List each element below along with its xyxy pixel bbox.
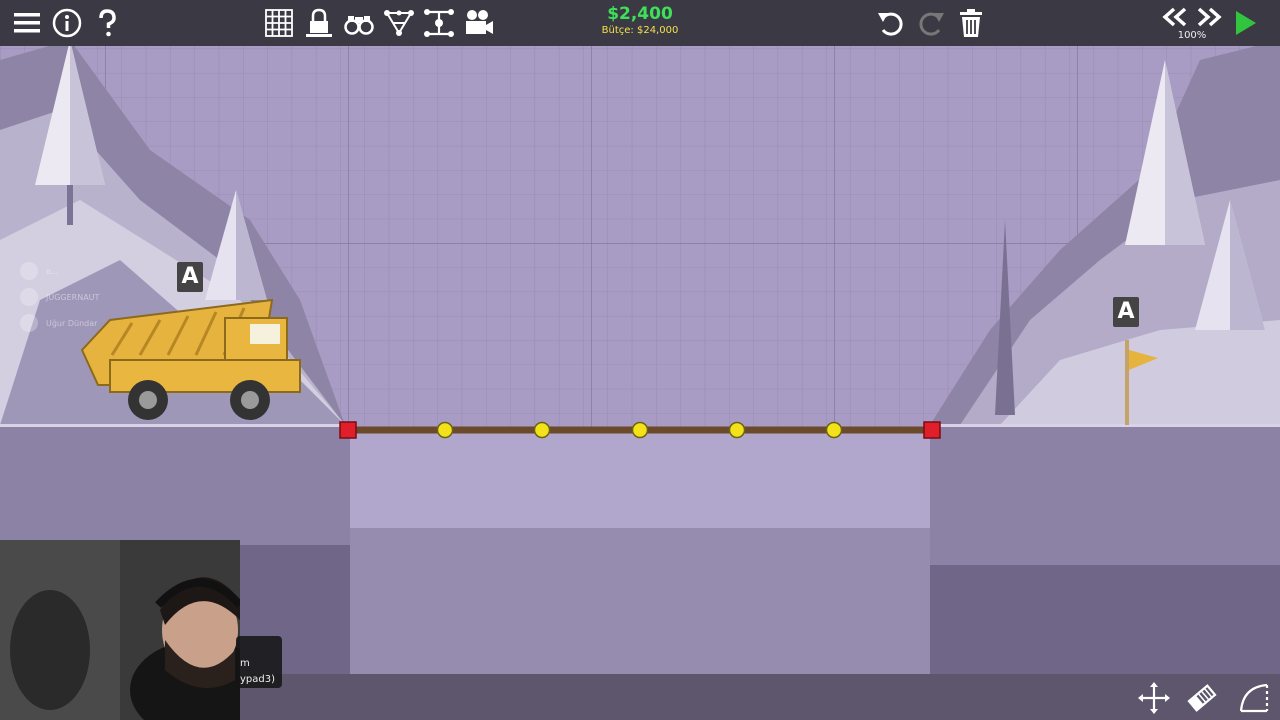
camera-button[interactable] [460,4,498,42]
anchor-left[interactable] [339,421,357,439]
chat-avatar [20,314,38,332]
webcam-overlay-text: m ypad3) [236,636,282,688]
eraser-tool-button[interactable] [1182,678,1222,718]
joint[interactable] [533,421,551,439]
info-icon [52,8,82,38]
redo-button[interactable] [912,4,950,42]
binoculars-icon [344,16,374,35]
gap-lower [350,528,930,674]
camera-icon [466,10,493,34]
trash-icon [960,9,982,37]
start-checkpoint-sign: A [177,262,203,292]
lock-button[interactable] [300,4,338,42]
chat-avatar [20,288,38,306]
right-cliff-lower [930,565,1280,674]
play-button[interactable] [1226,4,1264,42]
split-joints-button[interactable] [420,4,458,42]
webcam-overlay-line: ypad3) [240,674,276,685]
menu-icon [14,13,40,33]
undo-icon [878,12,903,36]
split-joints-icon [424,9,454,37]
chat-entry: Uğur Dündar [20,310,150,336]
joint[interactable] [825,421,843,439]
webcam-overlay-line: m [240,658,250,669]
chat-avatar [20,262,38,280]
budget-display: $2,400 Bütçe: $24,000 [580,4,700,38]
lock-icon [306,8,332,37]
gap-upper [350,430,930,528]
stress-view-button[interactable] [380,4,418,42]
pan-tool-button[interactable] [1134,678,1174,718]
grid-toggle-button[interactable] [260,4,298,42]
bridge-cost: $2,400 [607,4,673,24]
arc-tool-icon [1239,683,1269,713]
stream-chat-list: o... JUGGERNAUT Uğur Dündar [20,258,150,336]
end-checkpoint-sign: A [1113,297,1139,327]
help-button[interactable] [88,4,126,42]
joint[interactable] [728,421,746,439]
binoculars-button[interactable] [340,4,378,42]
anchor-right[interactable] [923,421,941,439]
undo-button[interactable] [872,4,910,42]
menu-button[interactable] [8,4,46,42]
webcam-image [0,540,240,720]
help-icon [99,9,116,37]
chat-entry: JUGGERNAUT [20,284,150,310]
grid-icon [265,9,293,37]
chat-entry: o... [20,258,150,284]
joint[interactable] [631,421,649,439]
play-icon [1236,11,1256,35]
redo-icon [919,12,944,36]
zoom-level: 100% [1177,30,1207,41]
arc-tool-button[interactable] [1234,678,1274,718]
delete-button[interactable] [952,4,990,42]
eraser-icon [1187,684,1217,712]
info-button[interactable] [48,4,86,42]
webcam-feed [0,540,240,720]
budget-limit: Bütçe: $24,000 [601,25,679,36]
pan-icon [1138,682,1170,714]
stress-icon [384,10,414,36]
top-toolbar: $2,400 Bütçe: $24,000 100% [0,0,1280,46]
joint[interactable] [436,421,454,439]
